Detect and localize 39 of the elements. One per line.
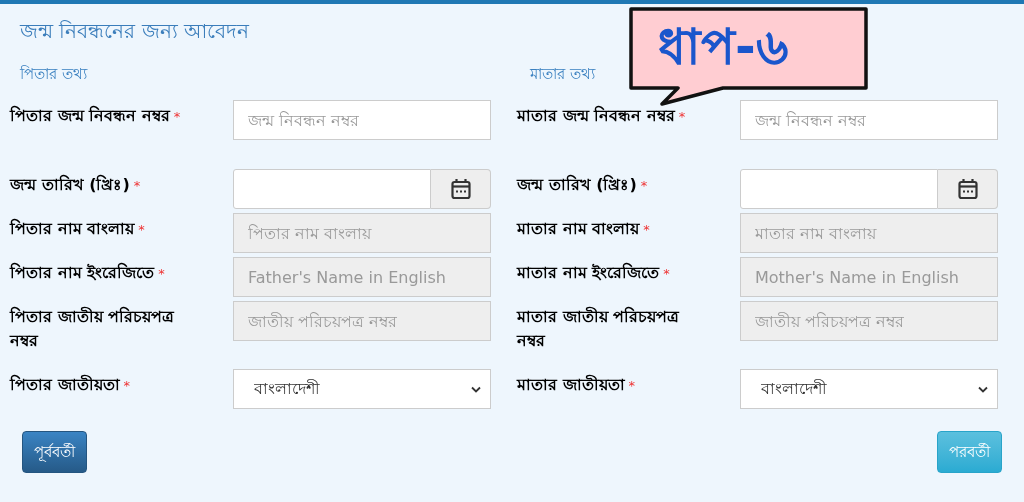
section-heading: মাতার তথ্য — [530, 64, 595, 84]
required-asterisk: * — [158, 266, 165, 281]
field-label: পিতার নাম ইংরেজিতে — [10, 263, 155, 282]
field-label: মাতার জন্ম নিবন্ধন নম্বর — [517, 106, 675, 125]
chevron-down-icon — [471, 386, 481, 393]
required-asterisk: * — [123, 378, 131, 393]
date-field[interactable] — [740, 169, 938, 209]
required-asterisk: * — [133, 178, 141, 193]
field-label: পিতার জাতীয়তা — [10, 375, 120, 394]
page-title: জন্ম নিবন্ধনের জন্য আবেদন — [20, 18, 250, 45]
required-asterisk: * — [138, 222, 145, 237]
required-asterisk: * — [640, 178, 648, 193]
date-field[interactable] — [233, 169, 431, 209]
field-label: মাতার জাতীয় পরিচয়পত্র নম্বর — [517, 307, 680, 350]
required-asterisk: * — [628, 378, 636, 393]
field-label: জন্ম তারিখ (খ্রিঃ) — [517, 175, 637, 194]
field-label: পিতার জাতীয় পরিচয়পত্র নম্বর — [10, 307, 175, 350]
required-asterisk: * — [643, 222, 650, 237]
calendar-icon — [450, 178, 471, 200]
previous-button[interactable]: পূর্ববর্তী — [22, 431, 87, 473]
required-asterisk: * — [678, 109, 686, 124]
calendar-button[interactable] — [938, 169, 998, 209]
input-field[interactable]: জন্ম নিবন্ধন নম্বর — [233, 100, 491, 140]
required-asterisk: * — [663, 266, 670, 281]
field-label: মাতার নাম ইংরেজিতে — [517, 263, 660, 282]
field-label: মাতার নাম বাংলায় — [517, 219, 640, 238]
chevron-down-icon — [978, 386, 988, 393]
field-label: জন্ম তারিখ (খ্রিঃ) — [10, 175, 130, 194]
input-field[interactable]: জন্ম নিবন্ধন নম্বর — [740, 100, 998, 140]
field-label: পিতার নাম বাংলায় — [10, 219, 135, 238]
field-label: মাতার জাতীয়তা — [517, 375, 625, 394]
section-heading: পিতার তথ্য — [20, 64, 87, 84]
field-label: পিতার জন্ম নিবন্ধন নম্বর — [10, 106, 170, 125]
calendar-button[interactable] — [431, 169, 491, 209]
calendar-icon — [957, 178, 978, 200]
select-field[interactable]: বাংলাদেশী — [233, 369, 491, 409]
callout-text: ধাপ-৬ — [658, 17, 789, 78]
required-asterisk: * — [173, 109, 181, 124]
select-field[interactable]: বাংলাদেশী — [740, 369, 998, 409]
